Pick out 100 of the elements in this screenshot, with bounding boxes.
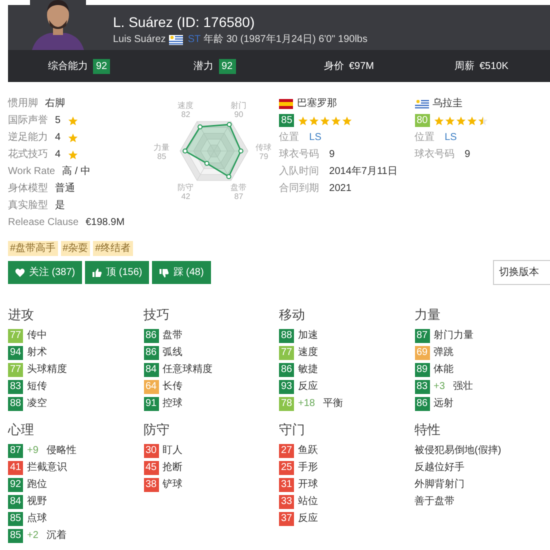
attribute-name: 跑位	[27, 478, 47, 492]
rating-badge: 45	[144, 460, 158, 474]
attribute-name: 拦截意识	[27, 460, 67, 474]
attribute-name: 任意球精度	[162, 362, 212, 376]
axis-value: 82	[181, 110, 190, 119]
position-label: ST	[188, 34, 201, 46]
field-label: 位置	[279, 130, 300, 145]
rating-badge: 87	[414, 328, 430, 342]
full-name: Luis Suárez	[113, 34, 166, 46]
attribute-name: 弹跳	[434, 346, 454, 360]
axis-name: 力量	[154, 143, 170, 152]
rating-badge: 86	[414, 396, 430, 410]
attribute-name: 短传	[27, 380, 47, 394]
attribute-name: 反应	[298, 512, 318, 526]
section-title: 移动	[279, 306, 306, 324]
info-label: 身体模型	[8, 182, 48, 196]
rating-badge: 88	[8, 396, 23, 410]
attribute-name: 控球	[162, 396, 182, 410]
tag[interactable]: #盘带高手	[8, 241, 58, 256]
field-value: 2021	[329, 182, 352, 196]
star-icon	[434, 116, 444, 126]
attribute-name: 远射	[434, 396, 454, 410]
rating-badge: 78	[279, 396, 294, 410]
axis-name: 传球	[256, 143, 272, 152]
attribute-name: 视野	[27, 494, 47, 508]
attribute-name: 手形	[298, 460, 318, 474]
star-icon	[466, 116, 477, 126]
field-value: 2014年7月11日	[329, 165, 398, 179]
rating-badge: 38	[144, 478, 158, 492]
attribute-name: 沉着	[46, 528, 66, 542]
rating-badge: 84	[144, 362, 158, 376]
info-label: 国际声誉	[8, 114, 48, 128]
rating-badge: 87	[8, 444, 23, 458]
bonus-value: +2	[27, 528, 38, 542]
attribute-name: 反应	[298, 380, 318, 394]
summary-label: 周薪	[454, 60, 474, 74]
attribute-name: 射术	[27, 346, 47, 360]
axis-value: 85	[157, 152, 166, 161]
rating-badge: 83	[8, 380, 23, 394]
info-value: 高 / 中	[62, 164, 90, 179]
attribute-name: 站位	[298, 494, 318, 508]
summary-label: 综合能力	[48, 60, 88, 74]
rating-badge: 92	[93, 58, 110, 74]
attribute-name: 弧线	[162, 346, 182, 360]
star-icon	[298, 116, 308, 126]
axis-name: 射门	[230, 101, 247, 110]
info-value: 右脚	[45, 96, 65, 111]
attribute-name: 射门力量	[434, 328, 474, 342]
rating-badge: 37	[279, 512, 294, 526]
attribute-name: 鱼跃	[298, 444, 318, 458]
section-title: 力量	[414, 306, 442, 324]
rating-badge: 77	[8, 362, 23, 376]
rating-badge: 93	[279, 380, 294, 394]
trait-name: 善于盘带	[414, 494, 454, 508]
info-label: 逆足能力	[8, 130, 48, 145]
axis-value: 42	[181, 192, 190, 201]
team-name: 巴塞罗那	[297, 96, 338, 111]
trait-name: 外脚背射门	[414, 478, 464, 492]
axis-name: 速度	[178, 101, 194, 110]
rating-badge: 86	[144, 328, 158, 342]
attribute-name: 铲球	[162, 478, 182, 492]
rating-badge: 94	[8, 346, 23, 360]
info-value: 5	[55, 114, 61, 128]
attribute-name: 平衡	[322, 396, 343, 410]
thumbs-down-icon	[159, 268, 170, 278]
team-name: 乌拉圭	[432, 96, 463, 111]
position-link[interactable]: LS	[309, 130, 322, 145]
rating-badge: 30	[144, 444, 158, 458]
action-button[interactable]: 关注 (387)	[8, 261, 82, 284]
field-label: 入队时间	[279, 164, 320, 179]
field-label: 位置	[414, 130, 435, 145]
action-button[interactable]: 踩 (48)	[152, 261, 211, 284]
rating-badge: 86	[144, 346, 158, 360]
action-button[interactable]: 顶 (156)	[85, 261, 150, 284]
section-title: 技巧	[144, 306, 170, 324]
trait-name: 反越位好手	[414, 460, 464, 474]
star-icon	[68, 132, 78, 142]
attribute-name: 强壮	[452, 380, 473, 394]
info-value: 4	[55, 131, 61, 145]
position-link[interactable]: LS	[444, 130, 457, 145]
bonus-value: +3	[434, 380, 445, 394]
player-name: L. Suárez (ID: 176580)	[113, 14, 256, 30]
summary-value: €97M	[349, 60, 374, 74]
trait-name: 被侵犯易倒地(假摔)	[414, 444, 502, 458]
version-dropdown[interactable]: 切换版本	[493, 260, 550, 285]
rating-badge: 83	[414, 380, 430, 394]
rating-badge: 85	[8, 512, 23, 526]
star-icon	[68, 116, 78, 126]
section-title: 特性	[414, 421, 442, 439]
star-icon	[331, 116, 342, 126]
tag[interactable]: #杂耍	[60, 241, 90, 256]
attribute-name: 侵略性	[46, 444, 76, 458]
attribute-name: 体能	[434, 362, 454, 376]
section-title: 心理	[8, 421, 35, 439]
tag[interactable]: #终结者	[93, 241, 133, 256]
attribute-name: 点球	[27, 512, 47, 526]
flag-icon	[414, 98, 429, 108]
radar-chart	[179, 121, 248, 181]
info-label: Work Rate	[8, 165, 56, 179]
attribute-name: 长传	[162, 380, 182, 394]
